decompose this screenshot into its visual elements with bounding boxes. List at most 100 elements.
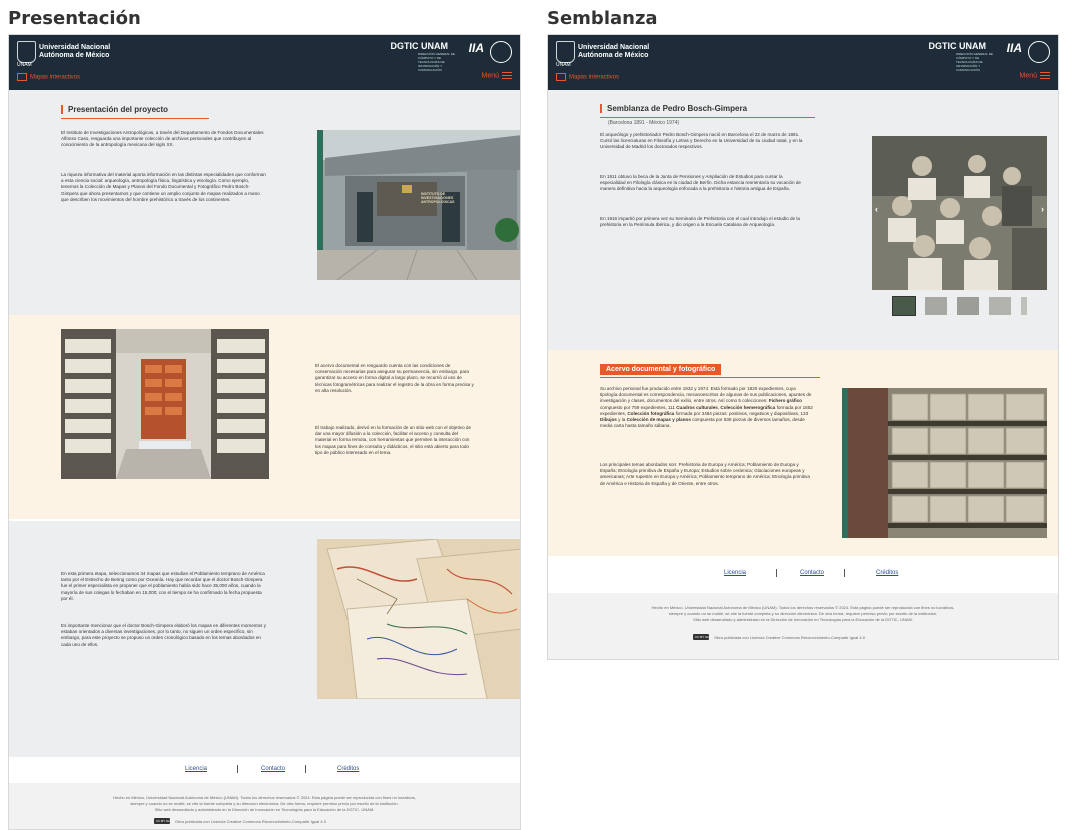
maps-link-label: Mapas interactivos	[569, 74, 620, 81]
dgtic-logo[interactable]: DGTIC UNAM	[391, 41, 449, 51]
title-underline	[600, 117, 815, 118]
section-title: Presentación del proyecto	[61, 105, 168, 114]
acervo-text: compuesto por 759 expedientes, 111	[600, 404, 675, 410]
menu-button[interactable]: Menú	[481, 72, 512, 79]
intro-section: Presentación del proyecto El Instituto d…	[9, 90, 520, 342]
carousel-prev-arrow[interactable]: ‹	[875, 204, 878, 214]
semblanza-page: UNAM Universidad Nacional Autónoma de Mé…	[547, 34, 1059, 660]
map-icon	[556, 73, 566, 81]
biography-paragraph-1: El arqueólogo y prehistoriador Pedro Bos…	[600, 132, 803, 150]
carousel-thumbnail[interactable]	[1021, 297, 1027, 315]
creditos-link[interactable]: Créditos	[876, 570, 898, 576]
acervo-bold: Cuadros culturales	[676, 404, 718, 410]
university-name[interactable]: Universidad Nacional Autónoma de México	[578, 44, 649, 60]
biography-paragraph-3: En 1916 impartió por primera vez su Semi…	[600, 216, 800, 228]
carousel-thumbnail[interactable]	[925, 297, 947, 315]
cc-badge-label: CC BY SA	[695, 635, 709, 639]
section-title: Semblanza de Pedro Bosch-Gimpera	[600, 104, 747, 113]
maps-illustration	[317, 539, 520, 699]
acervo-bold: Colección de mapas y planos	[626, 417, 691, 423]
creditos-link[interactable]: Créditos	[337, 766, 359, 772]
archive-room-photo	[61, 329, 269, 479]
carousel-thumbnail[interactable]	[892, 296, 916, 316]
biography-dates: (Barcelona 1891 - México 1974)	[608, 120, 680, 126]
boxes-illustration	[842, 388, 1047, 538]
cc-license-badge[interactable]: CC BY SA	[154, 818, 170, 824]
footer-separator	[776, 569, 777, 577]
iia-logo[interactable]: IIA	[1007, 41, 1022, 55]
map-icon	[17, 73, 27, 81]
maps-link[interactable]: Mapas interactivos	[556, 73, 619, 81]
seal-icon[interactable]	[1028, 41, 1050, 63]
legal-area: Hecho en México, Universidad Nacional Au…	[548, 593, 1058, 659]
cc-badge-label: CC BY SA	[156, 819, 170, 823]
acervo-section: Acervo documental y fotográfico Su archi…	[548, 350, 1058, 556]
title-underline	[600, 377, 820, 378]
legal-area: Hecho en México, Universidad Nacional Au…	[9, 783, 520, 829]
contacto-link[interactable]: Contacto	[261, 766, 285, 772]
group-portrait-illustration	[872, 136, 1047, 290]
cc-license-text[interactable]: Obra publicada con Licencia Creative Com…	[714, 635, 865, 640]
title-underline	[61, 118, 209, 119]
collection-section: El acervo documental en resguardo cuenta…	[9, 315, 520, 519]
seal-icon[interactable]	[490, 41, 512, 63]
site-header: UNAM Universidad Nacional Autónoma de Mé…	[548, 35, 1058, 90]
carousel-thumbnail[interactable]	[957, 297, 979, 315]
acervo-paragraph-1: Su archivo personal fue producido entre …	[600, 386, 814, 429]
footer-separator	[305, 765, 306, 773]
presentacion-page: UNAM Universidad Nacional Autónoma de Mé…	[8, 34, 521, 830]
caption-semblanza: Semblanza	[547, 8, 658, 29]
carousel-thumbnail[interactable]	[989, 297, 1011, 315]
menu-label: Menú	[481, 72, 499, 80]
archive-illustration	[61, 329, 269, 479]
dgtic-logo[interactable]: DGTIC UNAM	[929, 41, 987, 51]
acervo-text: formada por 3484 piezas: positivos, nega…	[675, 410, 809, 416]
acervo-title: Acervo documental y fotográfico	[600, 364, 722, 375]
university-line1: Universidad Nacional	[39, 44, 111, 51]
acervo-bold: Fichero gráfico	[768, 398, 802, 404]
university-name[interactable]: Universidad Nacional Autónoma de México	[39, 44, 110, 60]
legal-line-3: Sitio web desarrollado y administrado en…	[693, 617, 913, 622]
licencia-link[interactable]: Licencia	[724, 570, 746, 576]
acervo-text: ,	[717, 404, 720, 410]
maps-paragraph-1: En esta primera etapa, seleccionamos 34 …	[61, 571, 265, 601]
archive-boxes-photo	[842, 388, 1047, 538]
collection-paragraph-1: El acervo documental en resguardo cuenta…	[315, 363, 474, 393]
site-header: UNAM Universidad Nacional Autónoma de Mé…	[9, 35, 520, 90]
institute-building-photo: INSTITUTO DE INVESTIGACIONES ANTROPOLÓGI…	[317, 130, 520, 280]
hand-drawn-maps-photo	[317, 539, 520, 699]
biography-paragraph-2: En 1911 obtuvo la beca de la Junta de Pe…	[600, 174, 801, 192]
contacto-link[interactable]: Contacto	[800, 570, 824, 576]
dgtic-subtitle: DIRECCIÓN GENERAL DE CÓMPUTO Y DE TECNOL…	[956, 52, 993, 72]
unam-crest-icon[interactable]	[556, 41, 575, 63]
collection-paragraph-2: El trabajo realizado, derivó en la forma…	[315, 425, 472, 455]
menu-label: Menú	[1019, 72, 1037, 80]
unam-crest-icon[interactable]	[17, 41, 36, 63]
acervo-bold: Colección fotográfica	[627, 410, 675, 416]
maps-link-label: Mapas interactivos	[30, 74, 81, 81]
maps-section: En esta primera etapa, seleccionamos 34 …	[9, 521, 520, 757]
maps-link[interactable]: Mapas interactivos	[17, 73, 80, 81]
cc-license-text[interactable]: Obra publicada con Licencia Creative Com…	[175, 819, 326, 824]
maps-paragraph-2: Es importante mencionar que el doctor Bo…	[61, 623, 267, 647]
menu-button[interactable]: Menú	[1019, 72, 1050, 79]
site-footer: Licencia Contacto Créditos Hecho en Méxi…	[9, 757, 520, 829]
cc-license-badge[interactable]: CC BY SA	[693, 634, 709, 640]
hamburger-icon	[1040, 72, 1050, 79]
building-sign: INSTITUTO DE INVESTIGACIONES ANTROPOLÓGI…	[421, 192, 455, 204]
acervo-text: y la	[618, 417, 626, 423]
licencia-link[interactable]: Licencia	[185, 766, 207, 772]
iia-logo[interactable]: IIA	[469, 41, 484, 55]
site-footer: Licencia Contacto Créditos Hecho en Méxi…	[548, 559, 1058, 659]
university-line1: Universidad Nacional	[578, 44, 650, 51]
university-line2: Autónoma de México	[578, 52, 649, 59]
intro-paragraph-1: El Instituto de Investigaciones Antropol…	[61, 130, 264, 148]
acervo-bold: Colección hemerográfica	[720, 404, 776, 410]
footer-separator	[844, 569, 845, 577]
carousel-next-arrow[interactable]: ›	[1041, 204, 1044, 214]
university-line2: Autónoma de México	[39, 52, 110, 59]
acervo-paragraph-2: Los principales temas abordados son: Pre…	[600, 462, 810, 486]
legal-line-3: Sitio web desarrollado y administrado en…	[154, 807, 375, 812]
dgtic-subtitle: DIRECCIÓN GENERAL DE CÓMPUTO Y DE TECNOL…	[418, 52, 455, 72]
unam-label: UNAM	[556, 62, 571, 68]
